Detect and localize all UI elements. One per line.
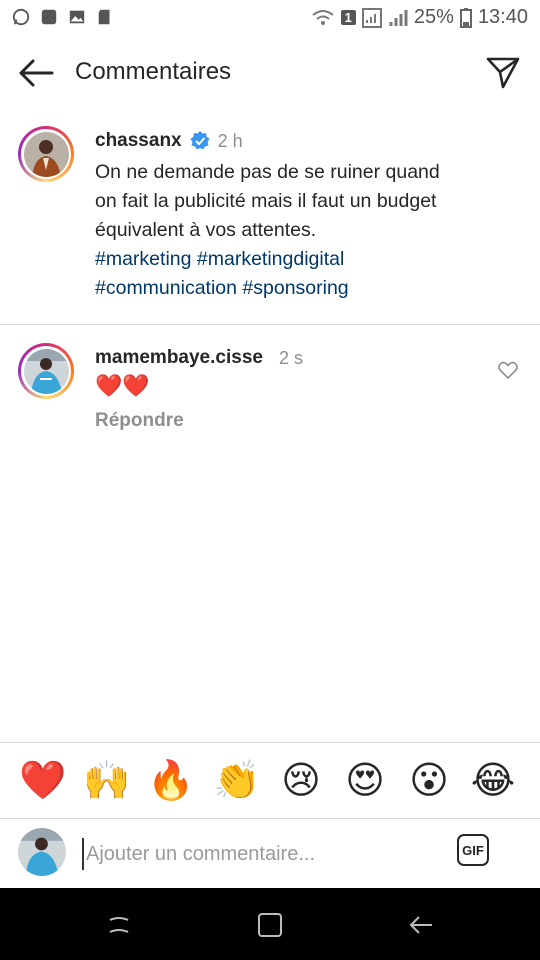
recent-apps-icon[interactable] bbox=[104, 910, 134, 940]
current-user-avatar bbox=[18, 828, 66, 876]
verified-badge-icon bbox=[190, 131, 210, 150]
emoji-raised-hands-button[interactable]: 🙌 bbox=[83, 759, 131, 803]
like-heart-icon[interactable] bbox=[498, 361, 518, 379]
caption-line: On ne demande pas de se ruiner quand bbox=[95, 161, 440, 183]
caption-username[interactable]: chassanx bbox=[95, 130, 182, 152]
comment-username[interactable]: mamembaye.cisse bbox=[95, 347, 263, 369]
comment-text: ❤️❤️ bbox=[95, 373, 150, 398]
emoji-fire-button[interactable]: 🔥 bbox=[147, 759, 195, 803]
caption-line: on fait la publicité mais il faut un bud… bbox=[95, 190, 437, 212]
comment-time: 2 s bbox=[278, 347, 303, 368]
sd-card-icon bbox=[98, 9, 110, 25]
comment-input[interactable] bbox=[82, 838, 448, 870]
caption-text: On ne demande pas de se ruiner quand on … bbox=[95, 158, 515, 303]
avatar-photo bbox=[23, 348, 69, 394]
back-arrow-icon[interactable] bbox=[16, 55, 56, 91]
wifi-icon bbox=[312, 9, 334, 25]
emoji-clap-button[interactable]: 👏 bbox=[213, 759, 261, 803]
notification-icons bbox=[12, 8, 114, 26]
signal-bars-icon bbox=[389, 9, 408, 26]
signal-icon bbox=[361, 7, 382, 28]
back-nav-icon[interactable] bbox=[406, 910, 436, 940]
top-bar: Commentaires bbox=[0, 38, 540, 108]
emoji-heart-eyes-button[interactable]: 😍 bbox=[341, 759, 389, 803]
comment-composer: GIF bbox=[0, 818, 540, 888]
sim-badge: 1 bbox=[340, 10, 356, 25]
app-notification-icon bbox=[41, 9, 57, 25]
emoji-laugh-button[interactable]: 😂 bbox=[469, 759, 517, 803]
gif-button[interactable]: GIF bbox=[457, 834, 489, 866]
home-icon[interactable] bbox=[255, 910, 285, 940]
clock: 13:40 bbox=[477, 6, 528, 28]
system-nav-bar bbox=[0, 888, 540, 960]
avatar-photo bbox=[23, 131, 69, 177]
divider bbox=[0, 324, 540, 325]
page-title: Commentaires bbox=[75, 58, 232, 85]
commenter-avatar[interactable] bbox=[18, 343, 74, 399]
whatsapp-icon bbox=[12, 8, 30, 26]
hashtag-link[interactable]: #sponsoring bbox=[242, 277, 348, 299]
comment-item: mamembaye.cisse 2 s ❤️❤️ Répondre bbox=[0, 335, 540, 445]
emoji-sad-button[interactable]: 😢 bbox=[277, 759, 325, 803]
caption-time: 2 h bbox=[217, 130, 243, 151]
status-bar: 1 25% 13:40 bbox=[0, 0, 540, 38]
send-icon[interactable] bbox=[484, 54, 522, 92]
hashtag-link[interactable]: #marketing bbox=[95, 248, 191, 270]
battery-icon bbox=[459, 7, 472, 28]
hashtag-link[interactable]: #communication bbox=[95, 277, 237, 299]
avatar[interactable] bbox=[18, 126, 74, 182]
post-caption: chassanx 2 h On ne demande pas de se rui… bbox=[0, 110, 540, 324]
emoji-heart-button[interactable]: ❤️ bbox=[19, 759, 67, 803]
emoji-surprised-button[interactable]: 😮 bbox=[405, 759, 453, 803]
reply-button[interactable]: Répondre bbox=[95, 410, 184, 432]
battery-percent: 25% bbox=[413, 6, 454, 28]
hashtag-link[interactable]: #marketingdigital bbox=[197, 248, 344, 270]
system-indicators: 1 25% 13:40 bbox=[311, 6, 528, 29]
gallery-icon bbox=[69, 10, 85, 24]
caption-line: équivalent à vos attentes. bbox=[95, 219, 317, 241]
emoji-quick-bar: ❤️ 🙌 🔥 👏 😢 😍 😮 😂 bbox=[0, 742, 540, 819]
